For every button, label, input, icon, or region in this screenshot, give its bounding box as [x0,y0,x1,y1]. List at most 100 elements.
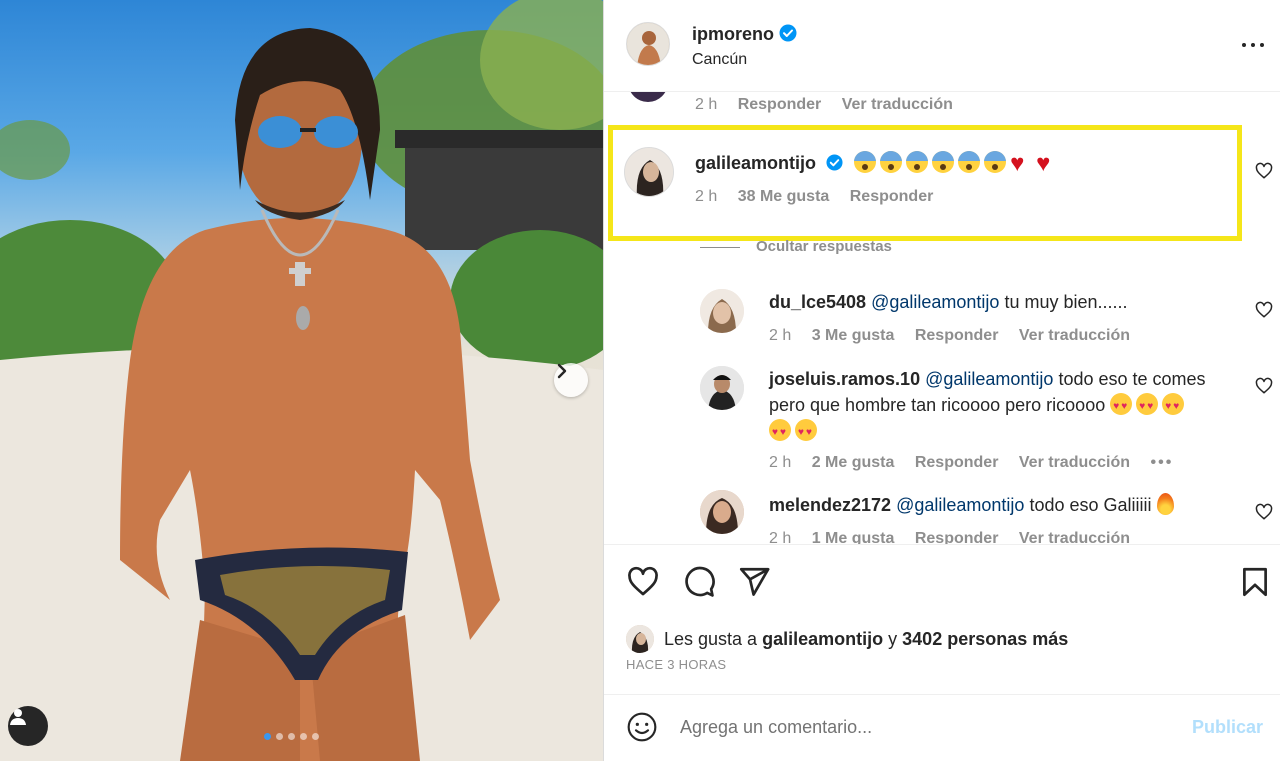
owner-username[interactable]: ipmoreno [692,24,774,44]
highlight-box [608,125,1242,241]
post-image-illustration [0,0,603,761]
reply-mention[interactable]: @galileamontijo [925,369,1053,389]
post-actions: Les gusta a galileamontijo y 3402 person… [604,544,1280,694]
comment-meta: 2 h Responder Ver traducción [695,96,969,114]
comment-time: 2 h [695,188,718,205]
translate-button[interactable]: Ver traducción [842,96,953,113]
reply-username[interactable]: du_lce5408 [769,292,866,312]
reply-button[interactable]: Responder [850,188,934,205]
owner-avatar[interactable] [626,22,670,66]
post-sidebar: ipmoreno Cancún 2 h Responder Ver traduc… [603,0,1280,761]
comment-likes-count[interactable]: 38 Me gusta [738,188,830,205]
melendez2172-avatar-image [700,490,744,534]
reply-likes-count[interactable]: 1 Me gusta [812,530,895,544]
likes-user[interactable]: galileamontijo [762,629,883,650]
liker-avatar[interactable] [626,625,654,653]
reply-button[interactable]: Responder [915,327,999,344]
reply-body: melendez2172 @galileamontijo todo eso Ga… [769,492,1178,518]
owner-avatar-image [627,23,669,65]
reply-time: 2 h [769,530,792,544]
paper-plane-icon[interactable] [737,565,771,599]
publish-button[interactable]: Publicar [1192,717,1263,738]
reply-body: du_lce5408 @galileamontijo tu muy bien..… [769,289,1128,315]
heart-eyes-emoji-icon [795,419,817,446]
red-heart-emoji-icon: ♥ [1036,150,1051,177]
comments-list[interactable]: 2 h Responder Ver traducción galileamont… [604,92,1280,544]
du_lce5408-avatar-image [700,289,744,333]
post-photo[interactable] [0,0,603,761]
reply-meta: 2 h 3 Me gusta Responder Ver traducción [769,327,1146,345]
reply-more-options-button[interactable]: ••• [1150,454,1173,471]
reply-time: 2 h [769,327,792,344]
galileamontijo-avatar-image [625,148,673,196]
comment-like-heart-icon[interactable] [1255,503,1273,521]
heart-eyes-emoji-icon [1162,393,1185,420]
comment-avatar[interactable] [628,92,668,102]
comment-input[interactable] [680,712,1180,742]
verified-badge-icon [779,24,797,42]
reply-avatar[interactable] [700,289,744,333]
comment-body: galileamontijo ♥ ♥ [695,150,1062,176]
carousel-dot [288,733,295,740]
fire-emoji-icon [1156,493,1174,515]
next-slide-button[interactable] [554,363,588,397]
reply-button[interactable]: Responder [915,530,999,544]
heart-outline-icon[interactable] [626,565,660,599]
liker-avatar-image [626,625,654,653]
carousel-dot [300,733,307,740]
likes-connector: y [888,628,898,649]
translate-button[interactable]: Ver traducción [1019,327,1130,344]
likes-others[interactable]: 3402 personas más [902,629,1068,650]
red-heart-emoji-icon: ♥ [1010,150,1025,177]
post-location[interactable]: Cancún [692,51,747,69]
reply-likes-count[interactable]: 3 Me gusta [812,327,895,344]
joseluis-avatar-image [700,366,744,410]
carousel-dot [312,733,319,740]
more-options-button[interactable] [1240,34,1266,54]
translate-button[interactable]: Ver traducción [1019,530,1130,544]
reply-likes-count[interactable]: 2 Me gusta [812,454,895,471]
reply-username[interactable]: melendez2172 [769,495,891,515]
more-dot [1251,43,1255,47]
reply-button[interactable]: Responder [738,96,822,113]
heart-eyes-emoji-icon [769,419,791,446]
comment-time: 2 h [695,96,718,113]
post-timestamp[interactable]: HACE 3 HORAS [626,657,726,672]
add-comment-bar: Publicar [604,694,1280,761]
carousel-dot [276,733,283,740]
smiley-icon[interactable] [626,711,658,743]
post-header: ipmoreno Cancún [604,0,1280,92]
reply-avatar[interactable] [700,366,744,410]
fearful-emoji-icon [854,151,877,173]
reply-mention[interactable]: @galileamontijo [871,292,999,312]
chevron-right-icon [557,363,567,379]
reply-body: joseluis.ramos.10 @galileamontijo todo e… [769,366,1249,446]
user-tag-icon [10,709,26,725]
owner-username-row[interactable]: ipmoreno [692,24,797,45]
fearful-emoji-icon [932,151,955,173]
comment-avatar[interactable] [624,147,674,197]
verified-badge-icon [826,154,843,171]
fearful-emoji-icon [880,151,903,173]
carousel-indicator [264,733,319,740]
comment-username[interactable]: galileamontijo [695,153,816,173]
comment-like-heart-icon[interactable] [1255,377,1273,395]
tagged-users-button[interactable] [8,706,48,746]
comment-like-heart-icon[interactable] [1255,162,1273,180]
reply-avatar[interactable] [700,490,744,534]
comment-like-heart-icon[interactable] [1255,301,1273,319]
hide-replies-button[interactable]: Ocultar respuestas [700,238,892,255]
reply-text: tu muy bien...... [1004,292,1128,312]
comment-bubble-icon[interactable] [682,565,716,599]
reply-meta: 2 h 1 Me gusta Responder Ver traducción [769,530,1146,544]
reply-username[interactable]: joseluis.ramos.10 [769,369,920,389]
reply-meta: 2 h 2 Me gusta Responder Ver traducción … [769,454,1189,472]
heart-eyes-emoji-icon [1136,393,1159,420]
reply-button[interactable]: Responder [915,454,999,471]
bookmark-icon[interactable] [1238,565,1272,599]
translate-button[interactable]: Ver traducción [1019,454,1130,471]
reply-text-line2: pero que hombre tan ricoooo pero ricoooo [769,395,1106,415]
likes-prefix: Les gusta a [664,628,758,649]
reply-text: todo eso Galiiiii [1029,495,1152,515]
reply-mention[interactable]: @galileamontijo [896,495,1024,515]
